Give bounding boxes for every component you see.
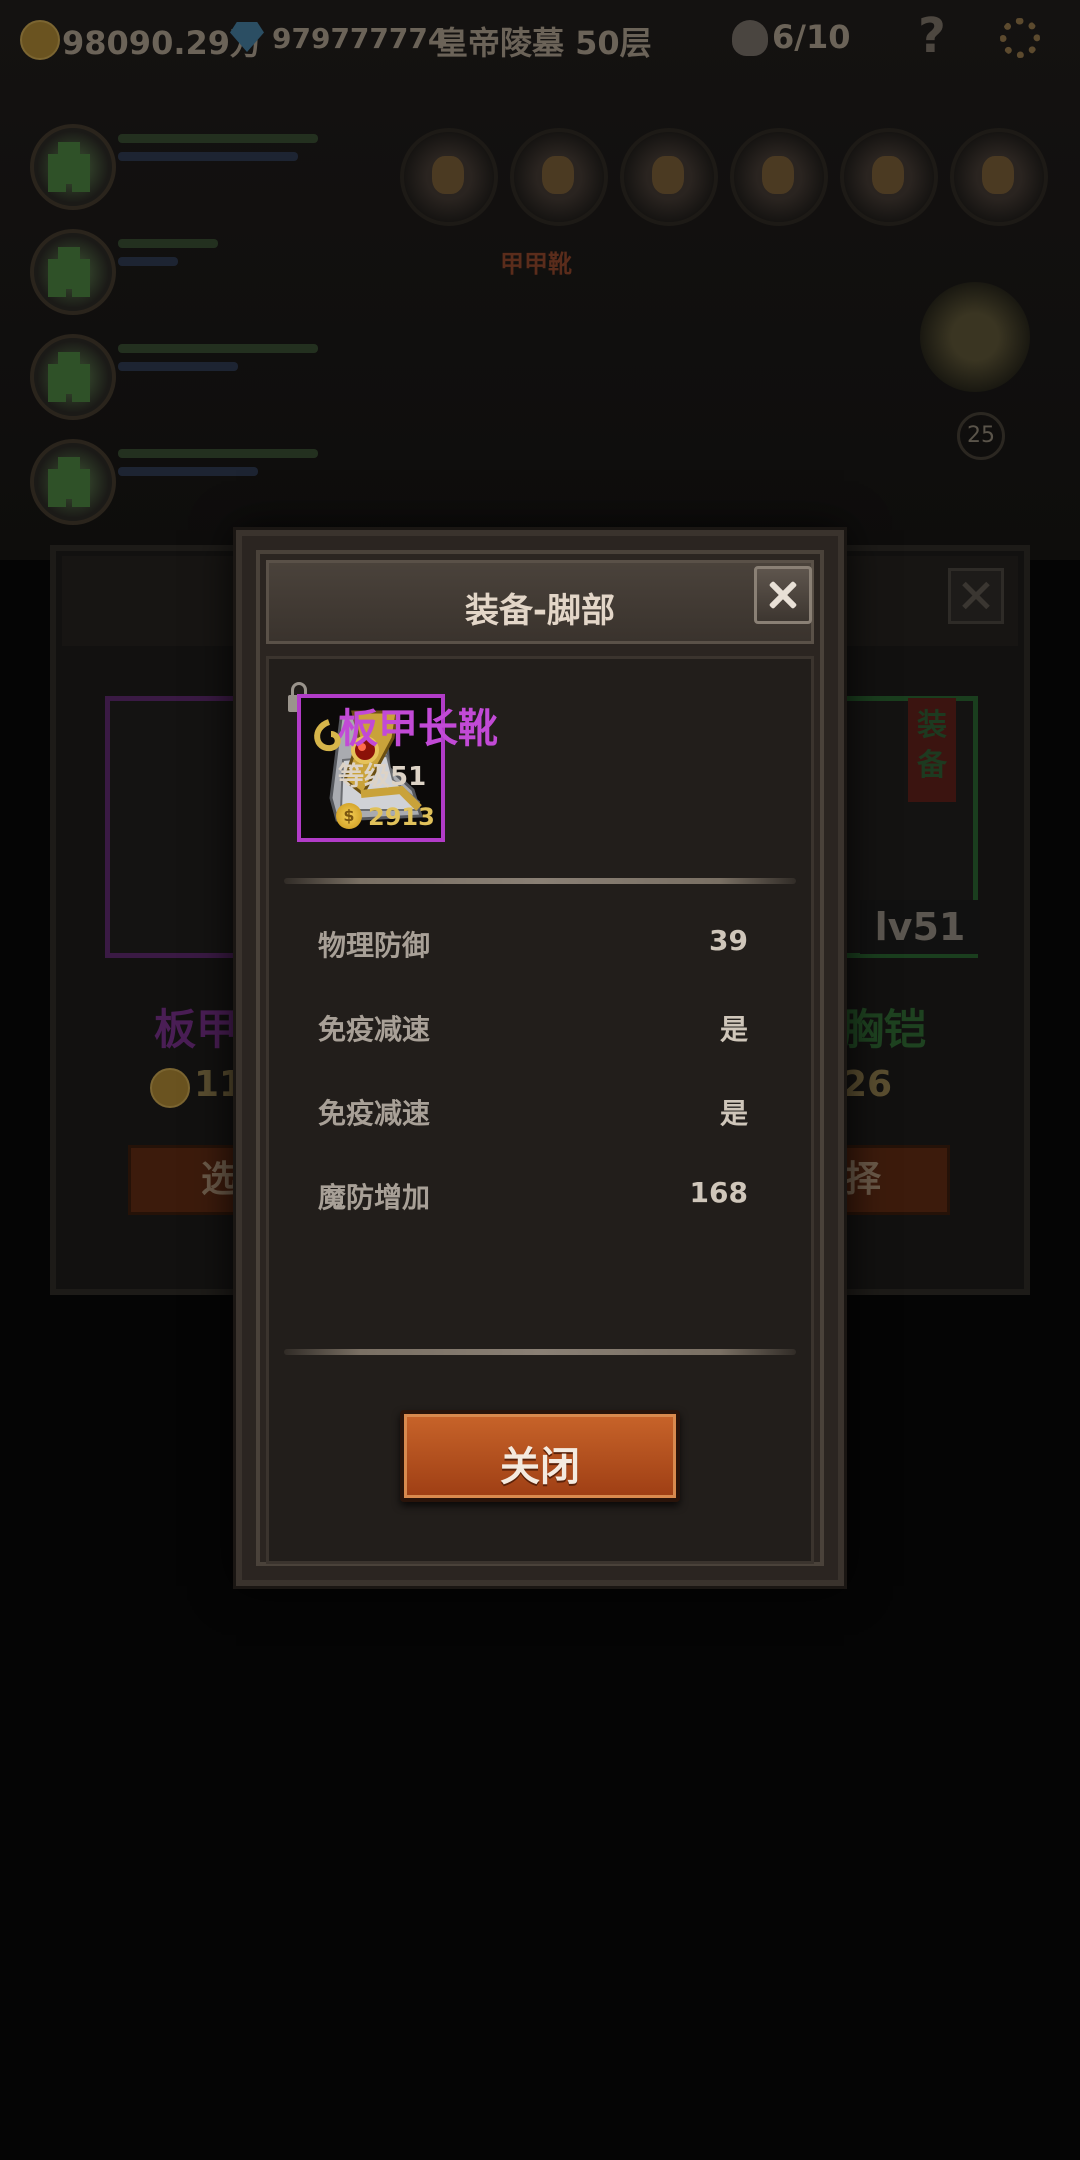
stat-value: 168	[689, 1176, 748, 1209]
hero-mp-bar	[118, 152, 298, 161]
equip-slot-gloves[interactable]	[840, 128, 938, 226]
gold-coin-icon	[150, 1068, 190, 1108]
left-card-name: 板甲	[154, 1005, 239, 1054]
hero-mp-bar	[118, 257, 178, 266]
gold-amount: 98090.29万	[62, 24, 263, 62]
item-name: 板甲长靴	[338, 706, 498, 752]
gear-icon[interactable]	[1000, 18, 1040, 58]
hero-hp-bar	[118, 449, 318, 458]
hero-row[interactable]	[24, 330, 324, 420]
stat-value: 是	[719, 1097, 748, 1130]
close-button[interactable]: 关闭	[400, 1410, 680, 1502]
close-button-label: 关闭	[500, 1444, 580, 1490]
gold-coin-icon	[20, 20, 60, 60]
equip-slot-helmet[interactable]	[620, 128, 718, 226]
divider	[284, 1349, 796, 1355]
close-icon[interactable]	[754, 566, 812, 624]
boss-level: 25	[957, 412, 1005, 460]
item-price: 2913	[368, 803, 435, 831]
stat-label: 物理防御	[318, 929, 431, 962]
stat-value: 是	[719, 1013, 748, 1046]
right-card-name: 胸铠	[842, 1005, 927, 1054]
hero-hp-bar	[118, 239, 218, 248]
stat-label: 免疫减速	[318, 1013, 431, 1046]
hero-avatar	[30, 439, 116, 525]
equip-slot-accessory[interactable]	[510, 128, 608, 226]
stat-value: 39	[709, 924, 748, 957]
right-card-select-button[interactable]: 择	[842, 1145, 950, 1215]
stat-label: 魔防增加	[318, 1181, 431, 1214]
dialog-title: 装备-脚部	[464, 591, 616, 631]
equip-slot-boots[interactable]	[950, 128, 1048, 226]
stat-row: 魔防增加 168	[318, 1170, 748, 1220]
stat-row: 免疫减速 是	[318, 1086, 748, 1136]
skull-icon	[732, 20, 768, 56]
hero-row[interactable]	[24, 435, 324, 525]
right-card-level: lv51	[860, 900, 980, 954]
item-level: 等级51	[338, 762, 427, 792]
gold-coin-icon: $	[336, 803, 362, 829]
slot-label: 甲甲靴	[500, 250, 572, 278]
hero-mp-bar	[118, 362, 238, 371]
skull-count: 6/10	[772, 18, 851, 56]
equip-slot-armor[interactable]	[730, 128, 828, 226]
boss-portrait[interactable]	[920, 282, 1030, 392]
hero-hp-bar	[118, 344, 318, 353]
stat-row: 免疫减速 是	[318, 1002, 748, 1052]
close-icon[interactable]	[948, 568, 1004, 624]
equipped-tag: 装备	[908, 698, 956, 802]
gem-amount: 979777774	[272, 22, 448, 55]
hero-row[interactable]	[24, 120, 324, 210]
stage-name: 皇帝陵墓 50层	[436, 24, 652, 62]
hero-mp-bar	[118, 467, 258, 476]
right-card-price: 26	[842, 1064, 893, 1105]
divider	[284, 878, 796, 884]
hero-avatar	[30, 229, 116, 315]
stat-row: 物理防御 39	[318, 918, 748, 968]
stat-label: 免疫减速	[318, 1097, 431, 1130]
dialog-header: 装备-脚部	[266, 560, 814, 644]
hero-row[interactable]	[24, 225, 324, 315]
hero-avatar	[30, 124, 116, 210]
top-status-bar: 98090.29万 979777774 皇帝陵墓 50层 6/10 ?	[0, 0, 1080, 82]
help-icon[interactable]: ?	[918, 8, 946, 64]
hero-hp-bar	[118, 134, 318, 143]
hero-avatar	[30, 334, 116, 420]
equip-slot-weapon[interactable]	[400, 128, 498, 226]
